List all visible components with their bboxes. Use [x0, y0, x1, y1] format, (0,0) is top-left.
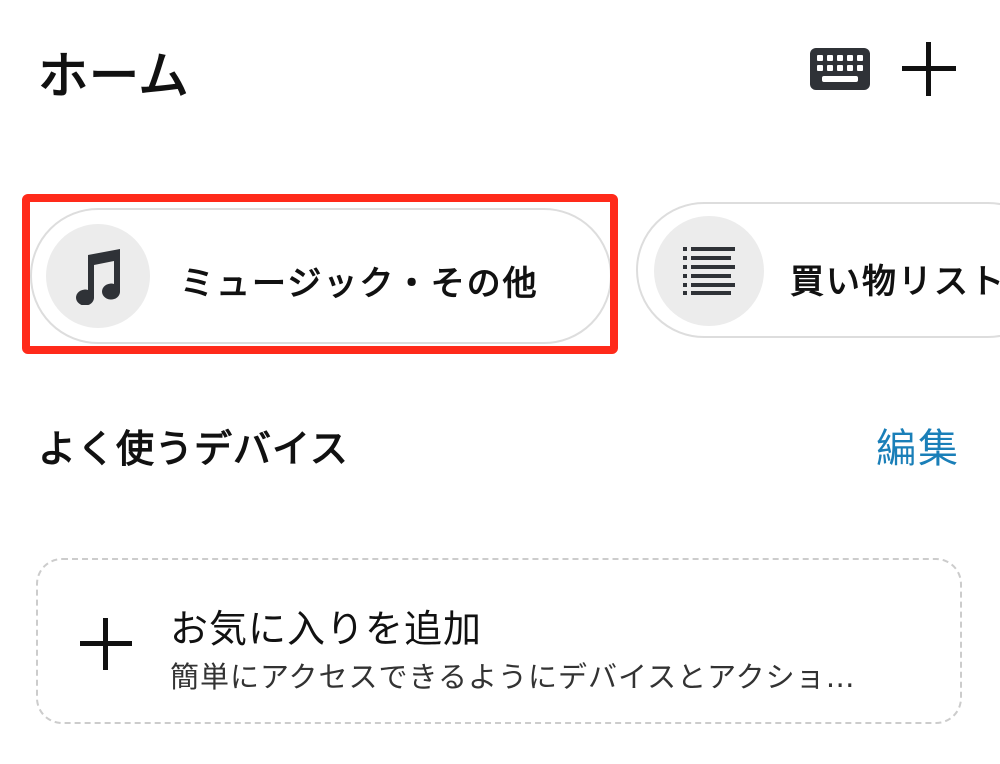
list-icon	[683, 247, 735, 295]
keyboard-icon	[810, 48, 870, 90]
section-title: よく使うデバイス	[38, 427, 349, 471]
edit-button[interactable]: 編集	[876, 416, 960, 474]
home-screen: ホーム ミュージック・その他 買い物リスト よく使うデバイス 編集 お気に入りを…	[0, 0, 1000, 764]
plus-icon	[902, 42, 956, 96]
chip-icon-circle	[46, 224, 150, 328]
add-favorite-title: お気に入りを追加	[170, 607, 483, 651]
chip-music-other[interactable]: ミュージック・その他	[30, 208, 612, 344]
music-note-icon	[76, 249, 121, 305]
chip-shopping-list[interactable]: 買い物リスト	[636, 202, 1000, 338]
chip-label: 買い物リスト	[790, 262, 1000, 302]
plus-icon	[80, 618, 132, 670]
add-favorite-card[interactable]: お気に入りを追加 簡単にアクセスできるようにデバイスとアクショ…	[36, 558, 962, 724]
keyboard-button[interactable]	[808, 46, 872, 92]
chip-label: ミュージック・その他	[180, 264, 539, 304]
add-favorite-subtitle: 簡単にアクセスできるようにデバイスとアクショ…	[170, 660, 856, 694]
add-button[interactable]	[900, 40, 958, 98]
chip-icon-circle	[654, 216, 764, 326]
page-title: ホーム	[38, 47, 190, 105]
